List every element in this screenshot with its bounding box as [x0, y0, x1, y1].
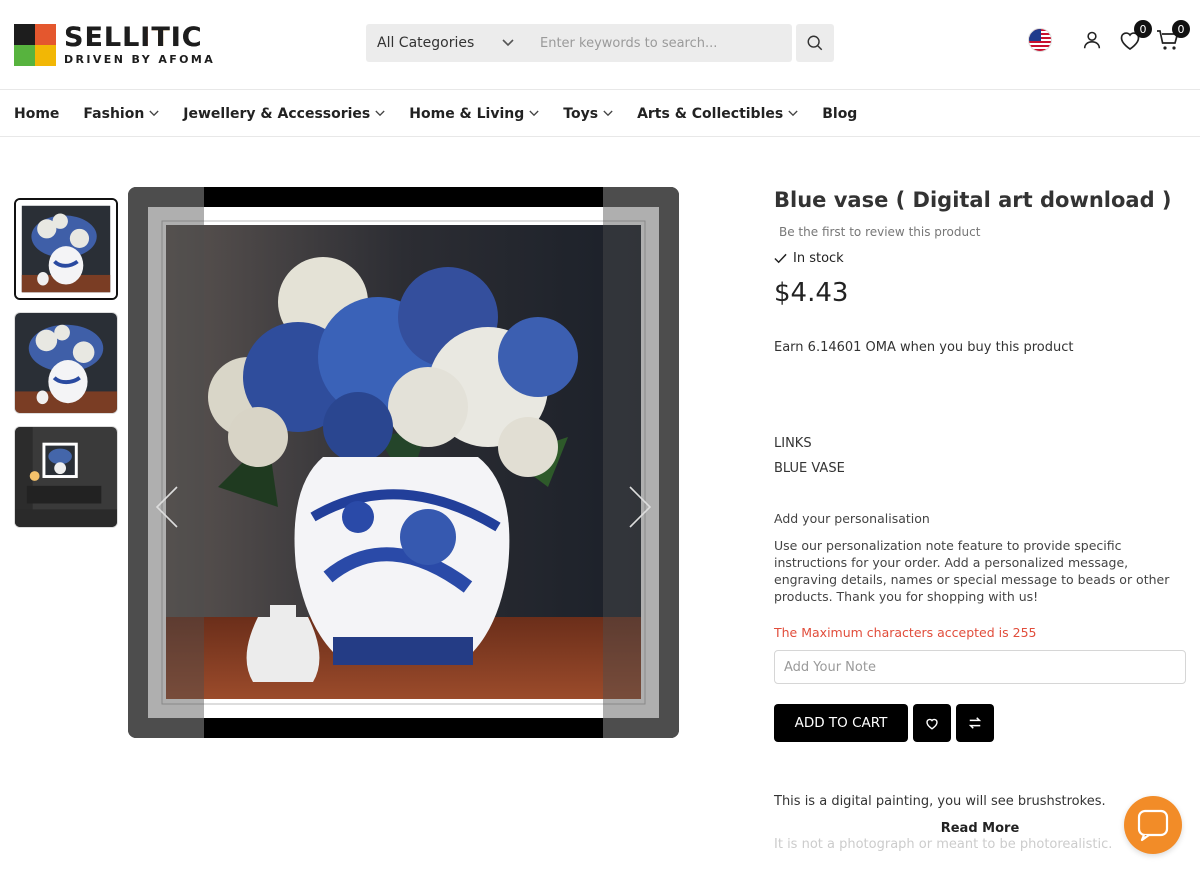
vase-thumbnail-image	[15, 313, 117, 413]
add-to-wishlist-button[interactable]	[913, 704, 951, 742]
thumbnail-list	[14, 198, 118, 540]
cart-button[interactable]: 0	[1156, 20, 1190, 52]
main-nav: Home Fashion Jewellery & Accessories Hom…	[0, 91, 1200, 137]
nav-item-blog[interactable]: Blog	[822, 106, 857, 122]
thumbnail-3[interactable]	[14, 426, 118, 528]
chevron-down-icon	[375, 110, 385, 117]
blue-vase-artwork	[128, 187, 679, 738]
thumbnail-2[interactable]	[14, 312, 118, 414]
add-to-cart-button[interactable]: ADD TO CART	[774, 704, 908, 742]
search-button[interactable]	[796, 24, 834, 62]
links-section: LINKS BLUE VASE	[774, 431, 1186, 481]
logo-icon	[14, 24, 56, 66]
chevron-left-icon	[155, 486, 178, 528]
nav-item-toys[interactable]: Toys	[563, 106, 613, 122]
chat-bubble-icon	[1137, 809, 1169, 842]
chevron-down-icon	[788, 110, 798, 117]
stock-label: In stock	[793, 251, 844, 266]
room-thumbnail-image	[15, 427, 117, 527]
product-main-image[interactable]	[128, 187, 679, 738]
product-description: This is a digital painting, you will see…	[774, 794, 1106, 809]
wishlist-button[interactable]: 0	[1118, 20, 1152, 52]
links-label: LINKS	[774, 436, 812, 451]
nav-item-home-living[interactable]: Home & Living	[409, 106, 539, 122]
search-bar: All Categories	[366, 24, 792, 62]
review-link[interactable]: Be the first to review this product	[779, 225, 1186, 239]
site-header: SELLITIC DRIVEN BY AFOMA All Categories …	[0, 0, 1200, 90]
compare-button[interactable]	[956, 704, 994, 742]
chevron-right-icon	[629, 486, 652, 528]
nav-label: Home & Living	[409, 105, 525, 122]
category-select[interactable]: All Categories	[366, 24, 526, 62]
logo[interactable]: SELLITIC DRIVEN BY AFOMA	[14, 24, 215, 66]
next-image-button[interactable]	[625, 486, 655, 528]
thumbnail-1[interactable]	[14, 198, 118, 300]
product-price: $4.43	[774, 278, 849, 308]
user-icon	[1083, 31, 1101, 49]
nav-label: Arts & Collectibles	[637, 105, 784, 122]
category-select-label: All Categories	[377, 35, 475, 51]
product-title: Blue vase ( Digital art download )	[774, 188, 1172, 212]
stock-status: In stock	[774, 251, 1186, 266]
chevron-down-icon	[603, 110, 613, 117]
cart-count-badge: 0	[1172, 20, 1190, 38]
check-icon	[774, 253, 787, 264]
chevron-down-icon	[149, 110, 159, 117]
us-flag-icon[interactable]	[1028, 28, 1052, 52]
search-icon	[807, 35, 823, 51]
vase-thumbnail-image	[16, 200, 116, 298]
nav-label: Fashion	[83, 105, 145, 122]
personal-note-input[interactable]	[774, 650, 1186, 684]
max-characters-note: The Maximum characters accepted is 255	[774, 625, 1037, 640]
prev-image-button[interactable]	[152, 486, 182, 528]
wishlist-count-badge: 0	[1134, 20, 1152, 38]
link-blue-vase[interactable]: BLUE VASE	[774, 456, 1186, 481]
search-input[interactable]	[526, 24, 792, 62]
account-button[interactable]	[1080, 28, 1104, 52]
nav-item-home[interactable]: Home	[14, 106, 59, 122]
heart-icon	[926, 718, 938, 730]
compare-icon	[968, 717, 982, 729]
nav-item-jewellery[interactable]: Jewellery & Accessories	[183, 106, 385, 122]
product-description-more: It is not a photograph or meant to be ph…	[774, 837, 1113, 851]
nav-item-arts[interactable]: Arts & Collectibles	[637, 106, 798, 122]
nav-label: Jewellery & Accessories	[183, 105, 371, 122]
chevron-down-icon	[529, 110, 539, 117]
brand-tagline: DRIVEN BY AFOMA	[64, 53, 216, 66]
earn-points-text: Earn 6.14601 OMA when you buy this produ…	[774, 340, 1074, 355]
personalisation-title: Add your personalisation	[774, 511, 930, 526]
nav-label: Blog	[822, 105, 858, 122]
product-info: Blue vase ( Digital art download ) Be th…	[774, 185, 1186, 851]
chevron-down-icon	[502, 39, 514, 47]
chat-button[interactable]	[1124, 796, 1182, 854]
brand-name: SELLITIC	[64, 24, 215, 51]
personalisation-text: Use our personalization note feature to …	[774, 538, 1170, 604]
nav-label: Home	[14, 105, 60, 122]
nav-item-fashion[interactable]: Fashion	[83, 106, 159, 122]
nav-label: Toys	[563, 105, 599, 122]
